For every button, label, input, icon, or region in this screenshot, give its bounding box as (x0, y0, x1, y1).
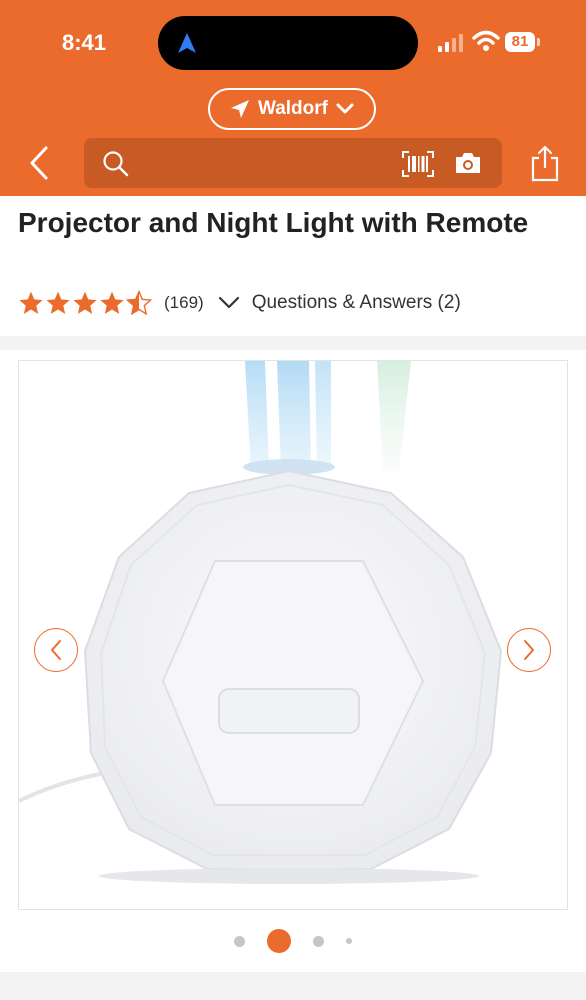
search-icon (103, 151, 129, 177)
carousel-prev-button[interactable] (34, 628, 78, 672)
signal-icon (438, 34, 463, 52)
section-divider (0, 972, 586, 1000)
star-full-icon (46, 291, 70, 314)
chevron-left-icon (51, 640, 61, 660)
camera-icon[interactable] (454, 151, 482, 175)
store-location-button[interactable]: Waldorf (208, 88, 376, 130)
star-full-icon (100, 291, 124, 314)
battery-indicator: 81 (505, 32, 535, 52)
star-full-icon (19, 291, 43, 314)
product-title: Projector and Night Light with Remote (18, 207, 529, 238)
store-location-label: Waldorf (257, 98, 328, 119)
product-image-carousel[interactable] (18, 360, 568, 910)
chevron-right-icon (524, 640, 534, 660)
status-time: 8:41 (62, 30, 107, 55)
wifi-icon (472, 30, 500, 51)
questions-answers-link[interactable]: Questions & Answers (2) (252, 292, 461, 314)
carousel-dot-active[interactable] (267, 929, 291, 953)
carousel-pagination (0, 926, 586, 956)
share-icon[interactable] (530, 144, 560, 182)
carousel-dot[interactable] (346, 938, 352, 944)
rating-row: (169) Questions & Answers (2) (18, 288, 461, 318)
carousel-dot[interactable] (234, 935, 245, 947)
section-divider (0, 336, 586, 350)
star-half-icon (126, 290, 152, 316)
barcode-scanner-icon[interactable] (402, 151, 434, 177)
carousel-next-button[interactable] (507, 628, 551, 672)
search-bar[interactable] (84, 138, 502, 188)
search-input[interactable] (140, 146, 394, 182)
navigation-arrow-icon (178, 33, 196, 53)
chevron-down-icon (336, 103, 354, 114)
back-button[interactable] (26, 144, 54, 182)
battery-nub (537, 38, 540, 46)
chevron-down-icon[interactable] (218, 296, 240, 310)
review-count[interactable]: (169) (164, 293, 204, 313)
star-rating[interactable] (18, 290, 152, 316)
carousel-dot[interactable] (313, 935, 324, 947)
dynamic-island (158, 16, 418, 70)
product-image (19, 361, 503, 884)
location-arrow-icon (230, 100, 249, 118)
app-header: 8:41 81 Waldorf (0, 0, 586, 196)
star-full-icon (73, 291, 97, 314)
